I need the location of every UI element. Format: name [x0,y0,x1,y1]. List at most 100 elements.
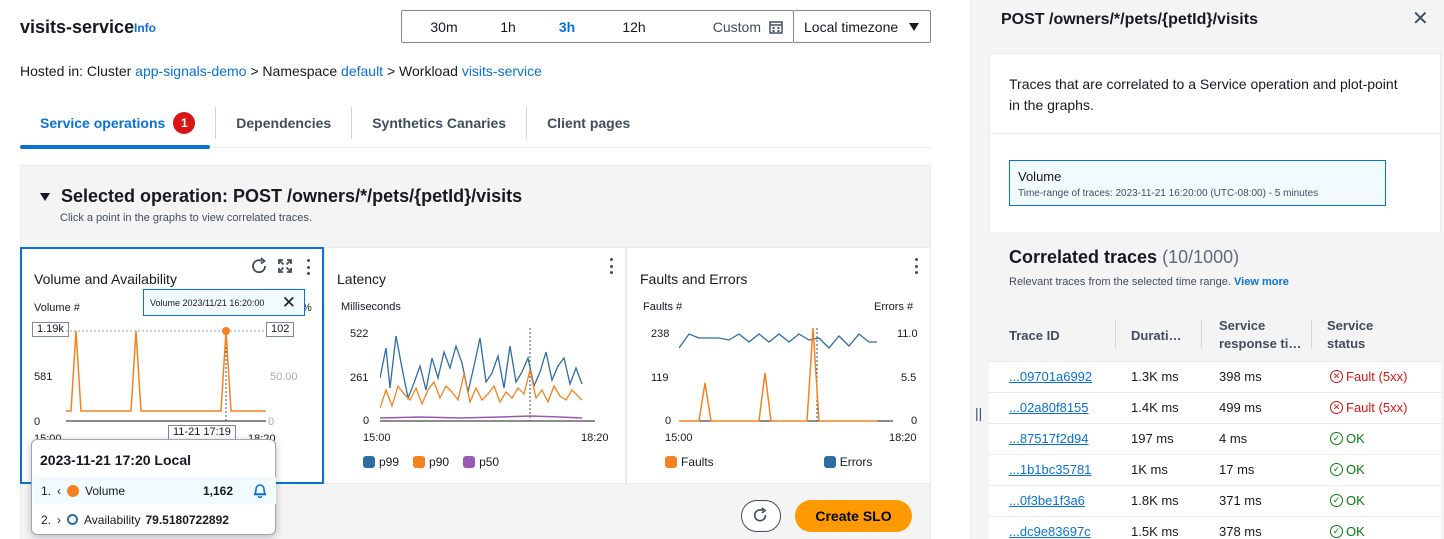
trace-id-link[interactable]: ...1b1bc35781 [1009,462,1091,477]
faults-chart[interactable] [679,328,893,424]
info-link[interactable]: Info [134,21,156,35]
left-tick-zero: 0 [34,416,41,428]
column-trace-id-label: Trace ID [1009,328,1060,343]
legend-p99[interactable]: p99 [363,455,399,469]
card-title: Volume and Availability [34,271,177,287]
time-range-3h[interactable]: 3h [530,11,604,42]
popover-row-availability[interactable]: 2. › Availability 79.5180722892 [33,506,276,533]
column-trace-id[interactable]: Trace ID [1009,327,1060,345]
legend-faults[interactable]: Faults [665,455,714,469]
latency-card[interactable]: Latency Milliseconds 522 261 0 15:00 18:… [324,247,626,484]
tab-client-pages[interactable]: Client pages [526,106,650,139]
breadcrumb-cluster[interactable]: app-signals-demo [135,63,246,79]
more-options-icon[interactable] [306,259,310,275]
trace-id-link[interactable]: ...87517f2d94 [1009,431,1089,446]
popover-row-volume[interactable]: 1. ‹ Volume 1,162 [33,477,276,504]
trace-id-link[interactable]: ...02a80f8155 [1009,400,1089,415]
table-row: ...dc9e83697c 1.5K ms 378 ms ✓ OK [989,516,1441,539]
response-time-cell: 378 ms [1219,524,1262,539]
create-slo-button[interactable]: Create SLO [795,500,912,532]
more-options-icon[interactable] [609,258,613,274]
selected-point[interactable] [222,327,230,335]
breadcrumb-workload[interactable]: visits-service [462,63,542,79]
x-tick-cursor: 11-21 17:19 [168,425,236,440]
legend-faults-label: Faults [681,455,714,469]
legend-p50-label: p50 [479,455,500,469]
bell-icon[interactable] [252,483,268,499]
card-title: Faults and Errors [640,271,748,287]
faults-errors-card[interactable]: Faults and Errors Faults # Errors # 238 … [626,247,931,484]
duration-cell: 1.8K ms [1131,493,1179,508]
refresh-icon[interactable] [250,257,270,277]
datapoint-label: Volume [1018,169,1062,184]
status-label: OK [1346,524,1365,539]
close-icon[interactable]: ✕ [282,293,296,313]
selection-chip: Volume 2023/11/21 16:20:00 ✕ [143,289,305,316]
p99-series-line [380,335,583,401]
tab-bar: Service operations 1 Dependencies Synthe… [20,100,650,145]
time-range-12h[interactable]: 12h [604,11,664,42]
datapoint-popover: 2023-11-21 17:20 Local 1. ‹ Volume 1,162… [31,439,276,535]
trace-id-link[interactable]: ...dc9e83697c [1009,524,1091,539]
tab-badge: 1 [173,111,196,134]
tab-dependencies[interactable]: Dependencies [215,106,351,139]
response-time-cell: 4 ms [1219,431,1248,446]
time-range-custom[interactable]: Custom [664,11,793,42]
breadcrumb-prefix: Hosted in: Cluster [20,63,136,79]
row-label: Availability [84,512,141,527]
time-range-30m[interactable]: 30m [402,11,486,42]
breadcrumb-sep-2: > Workload [383,63,462,79]
row-index: 2. [41,512,52,527]
column-response-label-1: Service [1219,318,1266,333]
left-tick-max: 1.19k [32,322,69,337]
trace-id-link[interactable]: ...09701a6992 [1009,369,1092,384]
close-icon[interactable]: ✕ [1412,6,1429,31]
status-cell: ✓ OK [1330,493,1365,508]
time-range-1h[interactable]: 1h [486,11,530,42]
status-cell: ✓ OK [1330,431,1365,446]
column-divider[interactable] [1311,320,1312,348]
legend-p50[interactable]: p50 [463,455,499,469]
breadcrumb-sep-1: > Namespace [246,63,342,79]
column-service-status[interactable]: Service status [1327,317,1373,353]
duration-cell: 1.3K ms [1131,369,1179,384]
timezone-select[interactable]: Local timezone [794,10,931,43]
duration-cell: 1.5K ms [1131,524,1179,539]
row-index: 1. [41,483,52,498]
operation-expander[interactable]: Selected operation: POST /owners/*/pets/… [40,186,522,207]
datapoint-time-range: Time-range of traces: 2023-11-21 16:20:0… [1018,188,1319,199]
success-icon: ✓ [1330,525,1343,538]
tab-synthetics-canaries[interactable]: Synthetics Canaries [351,106,526,139]
volume-chart[interactable] [66,325,266,425]
left-tick-mid: 119 [651,372,669,384]
expand-icon[interactable] [277,258,293,274]
left-tick-mid: 581 [34,371,53,383]
column-duration[interactable]: Durati… [1131,327,1182,345]
legend-errors[interactable]: Errors [823,455,872,469]
p50-series-line [380,415,583,419]
divider [989,133,1441,134]
breadcrumb-namespace[interactable]: default [341,63,383,79]
column-divider[interactable] [1115,320,1116,348]
tab-service-operations[interactable]: Service operations 1 [20,107,215,139]
drawer-resize-handle[interactable]: || [975,405,982,421]
column-service-response-time[interactable]: Service response ti… [1219,317,1301,353]
status-cell: ✓ OK [1330,524,1365,539]
legend-p90[interactable]: p90 [413,455,449,469]
refresh-button[interactable] [741,500,781,532]
left-axis-label: Faults # [643,301,683,313]
correlated-traces-desc: Relevant traces from the selected time r… [1009,276,1231,288]
table-row: ...87517f2d94 197 ms 4 ms ✓ OK [989,423,1441,454]
latency-chart[interactable] [380,328,595,424]
trace-id-link[interactable]: ...0f3be1f3a6 [1009,493,1085,508]
column-divider[interactable] [1201,320,1202,348]
duration-cell: 1K ms [1131,462,1168,477]
more-options-icon[interactable] [914,258,918,274]
view-more-link[interactable]: View more [1234,276,1289,288]
column-duration-label: Durati… [1131,328,1182,343]
x-tick-start: 15:00 [363,432,391,444]
refresh-icon [753,507,767,522]
success-icon: ✓ [1330,432,1343,445]
tab-client-pages-label: Client pages [547,114,631,131]
table-row: ...09701a6992 1.3K ms 398 ms ✕ Fault (5xx) [989,361,1441,392]
